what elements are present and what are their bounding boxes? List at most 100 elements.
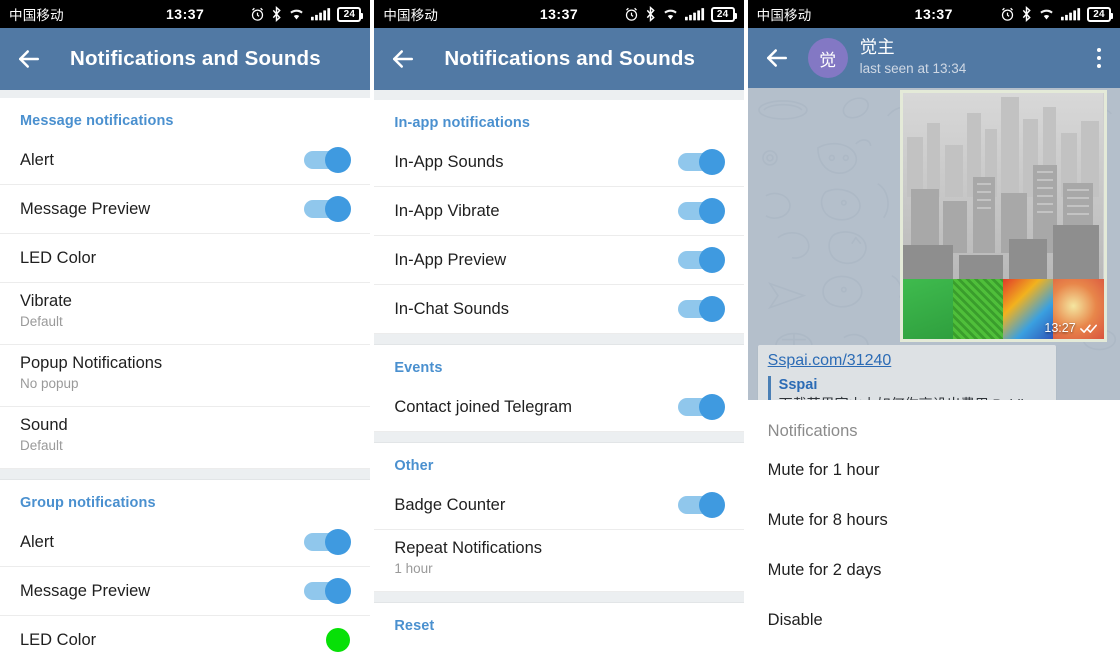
row-led-color[interactable]: LED Color xyxy=(0,234,371,283)
row-label: In-App Vibrate xyxy=(394,201,500,220)
settings-list-1: Message notifications Alert Message Prev… xyxy=(0,98,371,661)
kebab-dot xyxy=(1096,56,1101,60)
row-texts: Badge Counter xyxy=(394,496,505,515)
bluetooth-icon xyxy=(645,6,656,22)
row-group-led-color[interactable]: LED Color xyxy=(0,616,370,661)
row-popup-notifications[interactable]: Popup Notifications No popup xyxy=(0,345,371,407)
row-in-app-sounds[interactable]: In-App Sounds xyxy=(374,138,744,187)
section-header-group-notifications: Group notifications xyxy=(20,495,156,511)
row-right xyxy=(677,198,725,224)
toggle-in-app-preview[interactable] xyxy=(677,247,725,273)
toggle-group-alert[interactable] xyxy=(304,529,352,555)
row-badge-counter[interactable]: Badge Counter xyxy=(374,481,744,530)
row-right xyxy=(304,147,352,173)
row-texts: In-Chat Sounds xyxy=(394,300,509,319)
row-label: Vibrate xyxy=(20,292,72,310)
kebab-dot xyxy=(1096,64,1101,68)
avatar[interactable]: 觉 xyxy=(807,38,848,78)
toggle-group-message-preview[interactable] xyxy=(304,578,352,604)
row-label: Sound xyxy=(20,416,68,434)
row-texts: Message Preview xyxy=(20,200,150,219)
row-contact-joined-telegram[interactable]: Contact joined Telegram xyxy=(374,383,744,432)
signal-icon xyxy=(311,7,331,21)
status-bar: 中国移动 13:37 24 xyxy=(747,0,1120,28)
row-label: LED Color xyxy=(20,248,97,267)
back-arrow-icon[interactable] xyxy=(14,44,44,74)
row-right xyxy=(304,529,352,555)
back-arrow-icon[interactable] xyxy=(762,43,792,73)
tile-green-plain xyxy=(902,279,953,339)
row-texts: Message Preview xyxy=(20,582,150,601)
row-group-alert[interactable]: Alert xyxy=(0,518,371,567)
row-alert[interactable]: Alert xyxy=(0,136,371,185)
bluetooth-icon xyxy=(1021,6,1032,22)
toggle-contact-joined-telegram[interactable] xyxy=(677,394,725,420)
link-url[interactable]: Sspai.com/31240 xyxy=(768,352,1046,370)
message-timestamp: 13:27 xyxy=(1044,321,1097,335)
app-bar-shadow-2 xyxy=(374,90,744,100)
row-label: Badge Counter xyxy=(394,495,506,514)
row-value: No popup xyxy=(20,376,79,391)
toggle-in-app-vibrate[interactable] xyxy=(677,198,725,224)
back-arrow-icon[interactable] xyxy=(388,44,418,74)
row-label: Alert xyxy=(20,150,54,169)
chat-status: last seen at 13:34 xyxy=(859,61,967,76)
section-divider xyxy=(374,592,744,603)
row-label: Alert xyxy=(20,532,54,551)
double-check-icon xyxy=(1079,324,1097,333)
alarm-icon xyxy=(250,7,265,22)
battery-icon: 24 xyxy=(337,6,364,22)
mute-item-2-days[interactable]: Mute for 2 days xyxy=(768,545,1100,595)
page-title: Notifications and Sounds xyxy=(70,47,321,70)
status-icons: 24 xyxy=(1000,6,1113,22)
toggle-badge-counter[interactable] xyxy=(677,492,725,518)
row-vibrate[interactable]: Vibrate Default xyxy=(0,283,371,345)
chat-message-area: 13:27 Sspai.com/31240 Sspai 下载苹果官山上如何你高设… xyxy=(747,88,1120,400)
mute-item-8-hours[interactable]: Mute for 8 hours xyxy=(768,495,1100,545)
section-header-reset[interactable]: Reset xyxy=(374,603,743,641)
row-group-message-preview[interactable]: Message Preview xyxy=(0,567,371,616)
row-right xyxy=(326,628,351,652)
battery-level: 24 xyxy=(343,8,356,20)
row-message-preview[interactable]: Message Preview xyxy=(0,185,371,234)
row-texts: Alert xyxy=(20,151,54,170)
bluetooth-icon xyxy=(271,6,282,22)
city-photo xyxy=(902,93,1103,279)
row-texts: Repeat Notifications 1 hour xyxy=(394,539,542,576)
battery-level: 24 xyxy=(1093,8,1105,20)
toggle-message-preview[interactable] xyxy=(304,196,352,222)
row-right xyxy=(677,492,725,518)
message-time-text: 13:27 xyxy=(1044,321,1076,335)
status-bar: 中国移动 13:37 24 xyxy=(0,0,371,28)
app-bar-1: Notifications and Sounds xyxy=(0,28,371,90)
kebab-menu-icon[interactable] xyxy=(1088,41,1110,75)
link-preview-card[interactable]: Sspai.com/31240 Sspai 下载苹果官山上如何你高设出费用 Pu… xyxy=(757,345,1056,400)
page-title: Notifications and Sounds xyxy=(444,47,696,70)
row-label: Repeat Notifications xyxy=(394,539,542,557)
toggle-in-chat-sounds[interactable] xyxy=(677,296,725,322)
mute-item-1-hour[interactable]: Mute for 1 hour xyxy=(768,445,1100,495)
led-color-indicator-icon[interactable] xyxy=(326,628,351,652)
row-texts: Alert xyxy=(20,533,54,552)
phone-screen-3: 中国移动 13:37 24 觉 觉主 last seen at 13:34 13… xyxy=(747,0,1120,661)
row-in-app-vibrate[interactable]: In-App Vibrate xyxy=(374,187,744,236)
section-header-other: Other xyxy=(394,458,434,474)
row-repeat-notifications[interactable]: Repeat Notifications 1 hour xyxy=(374,530,744,592)
photo-message[interactable]: 13:27 xyxy=(899,90,1107,342)
row-label: Contact joined Telegram xyxy=(394,397,572,416)
toggle-alert[interactable] xyxy=(304,147,352,173)
section-divider xyxy=(374,432,744,443)
avatar-initial: 觉 xyxy=(819,50,837,70)
phone-screen-1: 中国移动 13:37 24 Notifications and Sounds M… xyxy=(0,0,371,661)
toggle-in-app-sounds[interactable] xyxy=(677,149,725,175)
mute-item-disable[interactable]: Disable xyxy=(768,595,1100,645)
row-label: LED Color xyxy=(20,630,97,649)
row-texts: Vibrate Default xyxy=(20,292,72,329)
row-in-chat-sounds[interactable]: In-Chat Sounds xyxy=(374,285,744,334)
wifi-icon xyxy=(1038,7,1055,21)
signal-icon xyxy=(1060,7,1081,21)
chat-header-texts[interactable]: 觉主 last seen at 13:34 xyxy=(860,37,967,79)
row-in-app-preview[interactable]: In-App Preview xyxy=(374,236,744,285)
row-label: Message Preview xyxy=(20,581,151,600)
row-sound[interactable]: Sound Default xyxy=(0,407,371,469)
